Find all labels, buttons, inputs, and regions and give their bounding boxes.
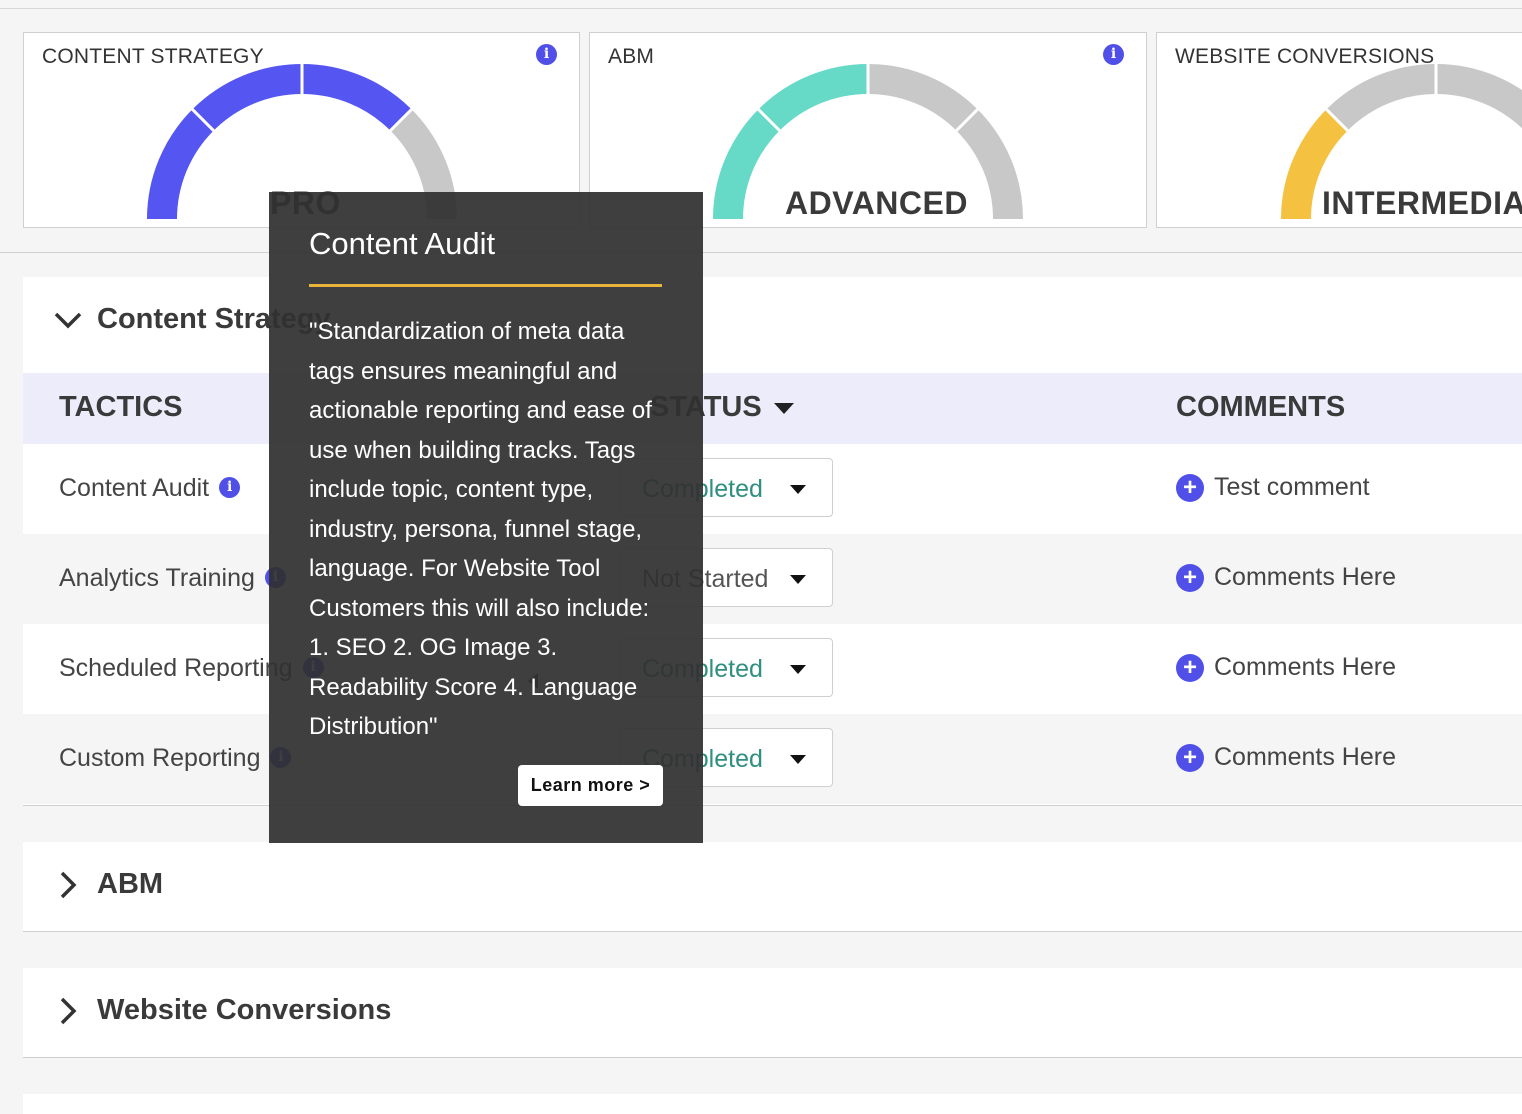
tooltip-body: "Standardization of meta data tags ensur… <box>309 318 652 740</box>
website-conversions-header[interactable]: Website Conversions <box>53 994 391 1027</box>
gauge-segment <box>956 109 1023 220</box>
add-comment[interactable]: + Comments Here <box>1176 563 1396 592</box>
tactic-label: Scheduled Reporting <box>59 654 293 682</box>
tactic-label: Analytics Training <box>59 564 255 592</box>
tooltip: Content Audit "Standardization of meta d… <box>269 192 703 843</box>
tactic-label: Content Audit <box>59 474 210 502</box>
table-header: TACTICS STATUS COMMENTS <box>23 373 1522 444</box>
tooltip-title: Content Audit <box>309 226 496 261</box>
add-comment[interactable]: + Comments Here <box>1176 653 1396 682</box>
website-conversions-panel: Website Conversions <box>23 968 1522 1058</box>
caret-down-icon <box>790 485 806 494</box>
caret-down-icon <box>790 755 806 764</box>
plus-icon[interactable]: + <box>1176 473 1204 502</box>
plus-icon[interactable]: + <box>1176 743 1204 772</box>
chevron-right-icon[interactable] <box>53 996 83 1026</box>
gauge-segment <box>1326 64 1437 131</box>
gauge-segment <box>192 64 303 131</box>
abm-header[interactable]: ABM <box>53 868 163 901</box>
chevron-right-icon[interactable] <box>53 870 83 900</box>
gauge-segment <box>301 64 412 131</box>
tactic-name: Analytics Trainingi <box>59 564 286 593</box>
table-row: Analytics Trainingi Not Started + Commen… <box>23 534 1522 624</box>
content-strategy-panel: Content Strategy TACTICS STATUS COMMENTS… <box>23 277 1522 806</box>
column-header-tactics: TACTICS <box>59 391 183 423</box>
caret-down-icon <box>790 575 806 584</box>
gauge-segment <box>758 64 869 131</box>
column-header-comments: COMMENTS <box>1176 391 1346 423</box>
comment-text: Comments Here <box>1214 743 1396 771</box>
comment-text: Comments Here <box>1214 563 1396 591</box>
table-row: Custom Reportingi Completed + Comments H… <box>23 714 1522 804</box>
learn-more-button[interactable]: Learn more > <box>518 765 663 806</box>
tactic-name: Custom Reportingi <box>59 744 292 773</box>
caret-down-icon <box>790 665 806 674</box>
section-title: Website Conversions <box>97 994 392 1026</box>
plus-icon[interactable]: + <box>1176 563 1204 592</box>
plus-icon[interactable]: + <box>1176 653 1204 682</box>
gauge-card-website-conversions: WEBSITE CONVERSIONS INTERMEDIAT <box>1156 32 1522 228</box>
chevron-down-icon[interactable] <box>53 305 83 335</box>
gauge-level-label: INTERMEDIAT <box>1322 185 1522 221</box>
table-row: Scheduled Reportingi Completed + Comment… <box>23 624 1522 714</box>
add-comment[interactable]: + Test comment <box>1176 473 1370 502</box>
gauge-level-label: ADVANCED <box>785 185 968 221</box>
gauge-segment <box>713 109 780 220</box>
sort-down-icon[interactable] <box>773 402 794 414</box>
top-divider <box>0 8 1522 9</box>
next-panel <box>23 1094 1522 1114</box>
section-title: ABM <box>97 868 164 900</box>
gauge-segment <box>867 64 978 131</box>
comment-text: Test comment <box>1214 473 1370 501</box>
tooltip-divider <box>309 284 662 287</box>
comment-text: Comments Here <box>1214 653 1396 681</box>
gauge-segment <box>1435 64 1522 129</box>
abm-panel: ABM <box>23 842 1522 932</box>
gauge-segment <box>147 109 214 220</box>
tactic-label: Custom Reporting <box>59 744 261 772</box>
add-comment[interactable]: + Comments Here <box>1176 743 1396 772</box>
section-divider <box>0 252 1522 253</box>
tactic-name: Content Audit i <box>59 474 241 503</box>
info-icon[interactable]: i <box>219 476 241 498</box>
table-row: Content Auditi Completed + Test comment <box>23 444 1522 534</box>
